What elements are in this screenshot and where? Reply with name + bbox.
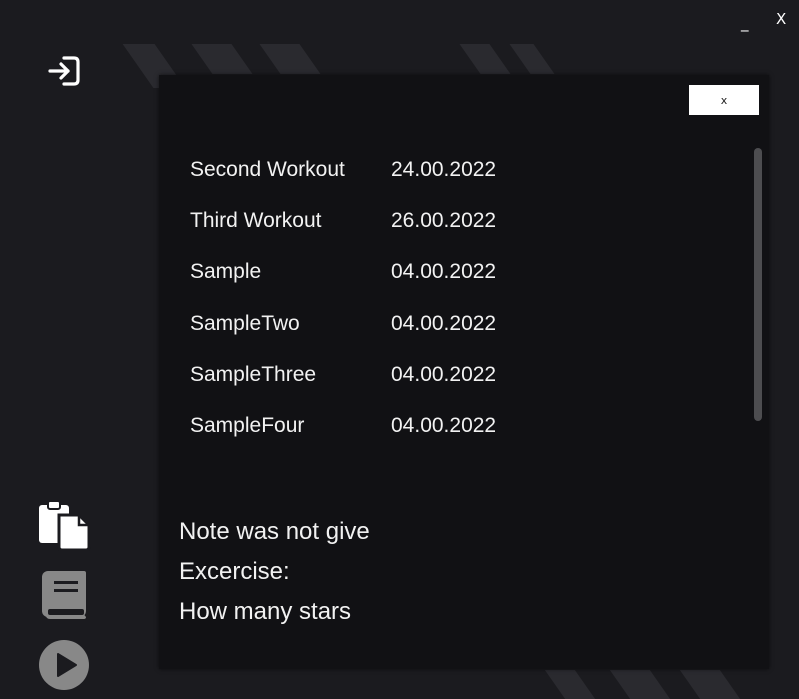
list-scrollbar[interactable] <box>754 148 762 421</box>
workout-date: 04.00.2022 <box>391 413 497 437</box>
clipboard-copy-icon[interactable] <box>37 499 91 552</box>
login-icon[interactable] <box>47 55 81 87</box>
workout-row[interactable]: Third Workout 26.00.2022 <box>190 209 720 260</box>
decor-stripe <box>459 44 511 74</box>
decor-stripe <box>609 670 671 699</box>
workout-name: Second Workout <box>190 158 345 181</box>
workout-row[interactable]: Sample 04.00.2022 <box>190 260 720 311</box>
decor-stripe <box>191 44 253 74</box>
decor-stripe <box>679 670 741 699</box>
decor-stripe <box>509 44 555 74</box>
workout-name: Sample <box>190 260 262 284</box>
workout-name: Third Workout <box>190 209 322 233</box>
panel-close-button[interactable]: x <box>689 85 759 115</box>
workout-row[interactable]: SampleFour 04.00.2022 <box>190 414 720 465</box>
workout-row[interactable]: Second Workout 24.00.2022 <box>190 158 720 209</box>
exercise-label: Excercise: <box>179 558 290 585</box>
close-window-button[interactable]: X <box>776 10 786 28</box>
workout-date: 04.00.2022 <box>391 311 497 335</box>
workout-date: 04.00.2022 <box>391 362 497 386</box>
workout-list: Second Workout 24.00.2022 Third Workout … <box>190 158 720 465</box>
workout-name: SampleThree <box>190 362 317 386</box>
play-icon[interactable] <box>39 640 89 690</box>
workout-date: 24.00.2022 <box>391 158 497 181</box>
workout-panel: x Second Workout 24.00.2022 Third Workou… <box>159 75 769 669</box>
decor-stripe <box>544 670 596 699</box>
workout-date: 26.00.2022 <box>391 209 497 233</box>
workout-row[interactable]: SampleTwo 04.00.2022 <box>190 312 720 363</box>
note-text: Note was not give <box>179 518 370 545</box>
workout-row[interactable]: SampleThree 04.00.2022 <box>190 363 720 414</box>
workout-name: SampleFour <box>190 413 305 437</box>
workout-details: Note was not give Excercise: How many st… <box>179 518 370 638</box>
stars-label: How many stars <box>179 598 352 625</box>
workout-date: 04.00.2022 <box>391 260 497 284</box>
minimize-button[interactable]: _ <box>741 14 749 32</box>
decor-stripe <box>259 44 321 74</box>
workout-name: SampleTwo <box>190 311 300 335</box>
app-window: _ X x Second Workout 24.00.2022 Third Wo… <box>0 0 799 699</box>
book-icon[interactable] <box>40 569 88 621</box>
